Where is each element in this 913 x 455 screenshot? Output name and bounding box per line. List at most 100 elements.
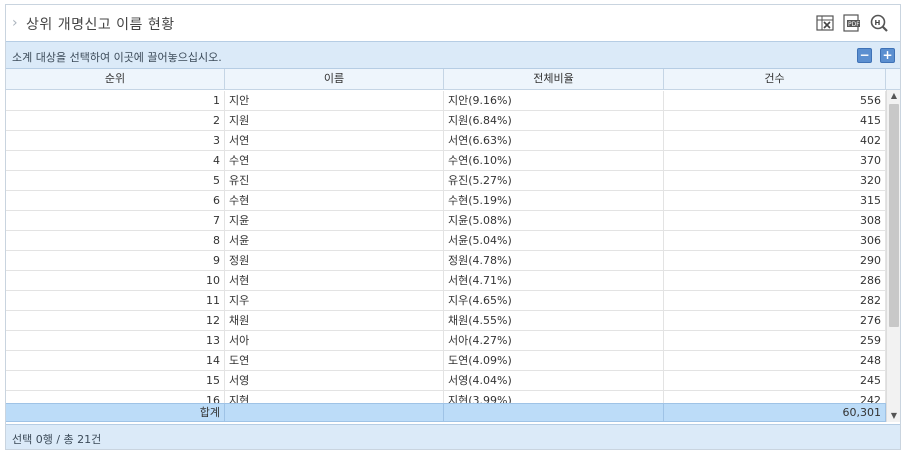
footer-total: 60,301 bbox=[664, 404, 886, 422]
status-text: 선택 0행 / 총 21건 bbox=[12, 433, 102, 446]
count-cell: 276 bbox=[664, 311, 886, 331]
rank-cell: 13 bbox=[6, 331, 225, 351]
table-row[interactable]: 16 지현 지현(3.99%) 242 bbox=[6, 391, 886, 403]
scroll-up-arrow-icon[interactable]: ▲ bbox=[887, 90, 901, 102]
status-bar: 선택 0행 / 총 21건 bbox=[6, 424, 900, 449]
table-row[interactable]: 14 도연 도연(4.09%) 248 bbox=[6, 351, 886, 371]
table-row[interactable]: 8 서윤 서윤(5.04%) 306 bbox=[6, 231, 886, 251]
ratio-cell: 채원(4.55%) bbox=[444, 311, 664, 331]
ratio-cell: 서현(4.71%) bbox=[444, 271, 664, 291]
name-cell: 수연 bbox=[225, 151, 444, 171]
count-cell: 245 bbox=[664, 371, 886, 391]
group-drop-zone[interactable]: 소계 대상을 선택하여 이곳에 끌어놓으십시오. − + bbox=[6, 41, 900, 69]
name-cell: 서연 bbox=[225, 131, 444, 151]
ratio-cell: 서연(6.63%) bbox=[444, 131, 664, 151]
count-cell: 248 bbox=[664, 351, 886, 371]
name-cell: 지윤 bbox=[225, 211, 444, 231]
excel-icon-graphic bbox=[816, 15, 834, 31]
column-header-rank[interactable]: 순위 bbox=[6, 69, 225, 90]
ratio-cell: 도연(4.09%) bbox=[444, 351, 664, 371]
chevron-right-icon: › bbox=[12, 15, 18, 31]
name-cell: 서윤 bbox=[225, 231, 444, 251]
count-cell: 282 bbox=[664, 291, 886, 311]
rank-cell: 16 bbox=[6, 391, 225, 403]
ratio-cell: 수현(5.19%) bbox=[444, 191, 664, 211]
ratio-cell: 지현(3.99%) bbox=[444, 391, 664, 403]
rank-cell: 3 bbox=[6, 131, 225, 151]
scroll-thumb[interactable] bbox=[889, 104, 899, 327]
count-cell: 290 bbox=[664, 251, 886, 271]
name-cell: 도연 bbox=[225, 351, 444, 371]
ratio-cell: 지윤(5.08%) bbox=[444, 211, 664, 231]
rank-cell: 14 bbox=[6, 351, 225, 371]
pdf-export-icon[interactable]: PDF bbox=[843, 14, 861, 32]
ratio-cell: 지우(4.65%) bbox=[444, 291, 664, 311]
ratio-cell: 수연(6.10%) bbox=[444, 151, 664, 171]
count-cell: 320 bbox=[664, 171, 886, 191]
rank-cell: 4 bbox=[6, 151, 225, 171]
count-cell: 402 bbox=[664, 131, 886, 151]
count-cell: 286 bbox=[664, 271, 886, 291]
collapse-button[interactable]: − bbox=[857, 48, 872, 63]
scroll-down-arrow-icon[interactable]: ▼ bbox=[887, 410, 901, 422]
name-cell: 지원 bbox=[225, 111, 444, 131]
ratio-cell: 서영(4.04%) bbox=[444, 371, 664, 391]
panel-header: › 상위 개명신고 이름 현황 PDF H bbox=[6, 5, 900, 41]
name-cell: 채원 bbox=[225, 311, 444, 331]
table-row[interactable]: 9 정원 정원(4.78%) 290 bbox=[6, 251, 886, 271]
table-row[interactable]: 2 지원 지원(6.84%) 415 bbox=[6, 111, 886, 131]
grid-body: 1 지안 지안(9.16%) 556 2 지원 지원(6.84%) 415 3 서연 서연(6.63… bbox=[6, 91, 886, 403]
table-row[interactable]: 6 수현 수현(5.19%) 315 bbox=[6, 191, 886, 211]
table-row[interactable]: 3 서연 서연(6.63%) 402 bbox=[6, 131, 886, 151]
table-row[interactable]: 1 지안 지안(9.16%) 556 bbox=[6, 91, 886, 111]
table-row[interactable]: 7 지윤 지윤(5.08%) 308 bbox=[6, 211, 886, 231]
grid-footer: 합계 60,301 bbox=[6, 403, 886, 422]
hwp-export-icon[interactable]: H bbox=[870, 14, 888, 32]
grid-header: 순위 이름 전체비율 건수 bbox=[6, 69, 900, 90]
page-title: 상위 개명신고 이름 현황 bbox=[26, 17, 175, 33]
table-row[interactable]: 13 서아 서아(4.27%) 259 bbox=[6, 331, 886, 351]
table-row[interactable]: 12 채원 채원(4.55%) 276 bbox=[6, 311, 886, 331]
column-header-count[interactable]: 건수 bbox=[664, 69, 886, 90]
ratio-cell: 지원(6.84%) bbox=[444, 111, 664, 131]
footer-empty-ratio bbox=[444, 404, 664, 422]
rank-cell: 5 bbox=[6, 171, 225, 191]
rank-cell: 6 bbox=[6, 191, 225, 211]
footer-empty-name bbox=[225, 404, 444, 422]
name-cell: 서영 bbox=[225, 371, 444, 391]
count-cell: 308 bbox=[664, 211, 886, 231]
table-row[interactable]: 4 수연 수연(6.10%) 370 bbox=[6, 151, 886, 171]
count-cell: 315 bbox=[664, 191, 886, 211]
count-cell: 259 bbox=[664, 331, 886, 351]
rank-cell: 15 bbox=[6, 371, 225, 391]
table-row[interactable]: 11 지우 지우(4.65%) 282 bbox=[6, 291, 886, 311]
ratio-cell: 정원(4.78%) bbox=[444, 251, 664, 271]
rank-cell: 8 bbox=[6, 231, 225, 251]
hwp-icon-graphic: H bbox=[870, 14, 888, 32]
vertical-scrollbar[interactable]: ▲ ▼ bbox=[886, 90, 900, 422]
footer-label: 합계 bbox=[6, 404, 225, 422]
count-cell: 306 bbox=[664, 231, 886, 251]
name-cell: 지안 bbox=[225, 91, 444, 111]
name-cell: 수현 bbox=[225, 191, 444, 211]
name-cell: 서현 bbox=[225, 271, 444, 291]
svg-text:H: H bbox=[875, 19, 881, 27]
ratio-cell: 유진(5.27%) bbox=[444, 171, 664, 191]
column-header-ratio[interactable]: 전체비율 bbox=[444, 69, 664, 90]
table-row[interactable]: 15 서영 서영(4.04%) 245 bbox=[6, 371, 886, 391]
pdf-icon-graphic: PDF bbox=[843, 14, 860, 32]
excel-export-icon[interactable] bbox=[816, 14, 834, 32]
rank-cell: 11 bbox=[6, 291, 225, 311]
table-row[interactable]: 5 유진 유진(5.27%) 320 bbox=[6, 171, 886, 191]
rank-cell: 12 bbox=[6, 311, 225, 331]
ratio-cell: 서아(4.27%) bbox=[444, 331, 664, 351]
rank-cell: 9 bbox=[6, 251, 225, 271]
svg-text:PDF: PDF bbox=[848, 21, 860, 28]
name-cell: 지현 bbox=[225, 391, 444, 403]
name-cell: 유진 bbox=[225, 171, 444, 191]
ratio-cell: 서윤(5.04%) bbox=[444, 231, 664, 251]
expand-button[interactable]: + bbox=[880, 48, 895, 63]
rank-cell: 1 bbox=[6, 91, 225, 111]
table-row[interactable]: 10 서현 서현(4.71%) 286 bbox=[6, 271, 886, 291]
column-header-name[interactable]: 이름 bbox=[225, 69, 444, 90]
